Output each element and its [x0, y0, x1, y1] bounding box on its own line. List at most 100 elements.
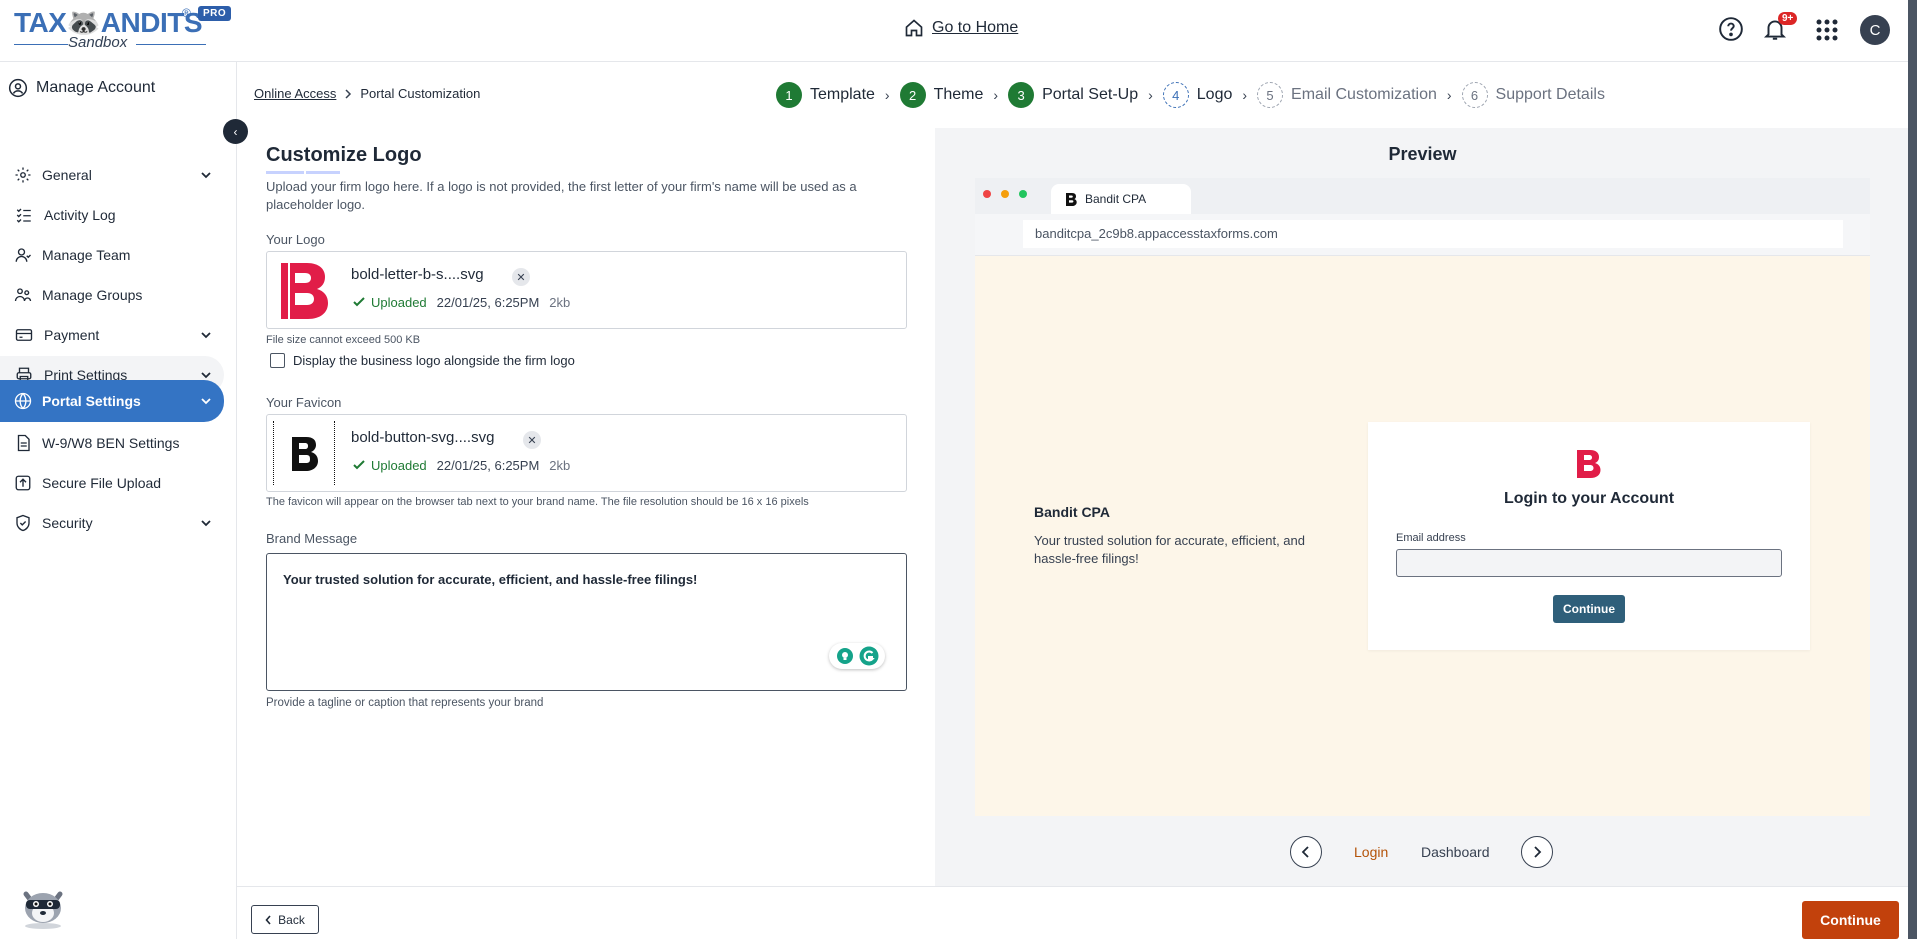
footer-bar: Back Continue: [237, 886, 1917, 939]
sandbox-label: Sandbox: [68, 34, 128, 51]
go-to-home-link[interactable]: Go to Home: [904, 18, 1018, 38]
file-size: 2kb: [549, 457, 571, 473]
chevron-down-icon: [200, 169, 212, 181]
remove-logo-button[interactable]: ✕: [512, 268, 530, 286]
step-label: Email Customization: [1291, 86, 1437, 103]
preview-continue-button: Continue: [1553, 595, 1625, 623]
sidebar-item-security[interactable]: Security: [0, 504, 224, 542]
step-email-customization[interactable]: 5 Email Customization ›: [1257, 82, 1452, 108]
preview-tab-dashboard[interactable]: Dashboard: [1421, 844, 1490, 860]
display-business-logo-checkbox[interactable]: Display the business logo alongside the …: [270, 353, 575, 368]
back-button[interactable]: Back: [251, 905, 319, 934]
users-icon: [14, 286, 32, 304]
step-support-details[interactable]: 6 Support Details: [1461, 82, 1605, 108]
preview-tab-login[interactable]: Login: [1354, 844, 1388, 860]
collapse-sidebar-button[interactable]: ‹: [223, 119, 248, 144]
step-logo[interactable]: 4 Logo ›: [1162, 82, 1248, 108]
brand-message-textarea[interactable]: Your trusted solution for accurate, effi…: [266, 553, 907, 691]
title-underline: [266, 171, 340, 174]
list-icon: [14, 206, 34, 224]
step-number: 5: [1257, 82, 1284, 108]
chevron-right-icon: ›: [1242, 87, 1248, 103]
sidebar-item-w9-w8-ben-settings[interactable]: W-9/W8 BEN Settings: [0, 424, 224, 462]
logo-rule-right: [136, 44, 206, 45]
manage-account-header: Manage Account: [8, 78, 155, 98]
sidebar-item-general[interactable]: General: [0, 156, 224, 194]
sidebar-item-activity-log[interactable]: Activity Log: [0, 196, 224, 234]
check-icon: [351, 294, 367, 310]
maximize-dot: [1019, 190, 1027, 198]
chevron-right-icon: ›: [1148, 87, 1153, 103]
logo-size-note: File size cannot exceed 500 KB: [266, 334, 421, 346]
preview-title: Preview: [1388, 144, 1457, 164]
step-label: Portal Set-Up: [1042, 86, 1139, 103]
go-to-home-label: Go to Home: [932, 19, 1019, 36]
page-scrollbar[interactable]: [1908, 0, 1917, 939]
intro-text: Upload your firm logo here. If a logo is…: [266, 179, 857, 212]
check-icon: [351, 457, 367, 473]
step-number: 3: [1008, 82, 1035, 108]
favicon-file-name: bold-button-svg....svg: [351, 429, 495, 446]
chevron-down-icon: [200, 329, 212, 341]
chevron-right-icon: ›: [1446, 87, 1452, 103]
login-card-title: Login to your Account: [1503, 490, 1675, 507]
upload-date: 22/01/25, 6:25PM: [436, 294, 540, 310]
checkbox[interactable]: [270, 353, 285, 368]
logo-registered: ®: [182, 6, 191, 20]
sidebar-item-manage-team[interactable]: Manage Team: [0, 236, 224, 274]
minimize-dot: [1001, 190, 1009, 198]
step-label: Theme: [933, 86, 984, 103]
sidebar-item-label: Secure File Upload: [42, 475, 162, 491]
remove-favicon-button[interactable]: ✕: [523, 431, 541, 449]
continue-button[interactable]: Continue: [1802, 901, 1899, 939]
step-portal-set-up[interactable]: 3 Portal Set-Up ›: [1008, 82, 1153, 108]
browser-tab: Bandit CPA: [1051, 184, 1191, 214]
breadcrumb-online-access-link[interactable]: Online Access: [254, 86, 336, 101]
your-logo-label: Your Logo: [266, 232, 325, 247]
raccoon-mascot-icon[interactable]: [18, 880, 68, 930]
sidebar-item-label: General: [42, 167, 92, 183]
help-icon[interactable]: [1718, 16, 1744, 42]
home-icon: [904, 18, 924, 38]
globe-icon: [14, 392, 32, 410]
brand-message-label: Brand Message: [266, 531, 358, 546]
grammarly-widget[interactable]: [829, 643, 885, 669]
step-theme[interactable]: 2 Theme ›: [899, 82, 998, 108]
sidebar-item-label: Payment: [44, 327, 100, 343]
logo-upload-box[interactable]: bold-letter-b-s....svg ✕ Uploaded 22/01/…: [266, 251, 907, 329]
favicon-upload-box[interactable]: bold-button-svg....svg ✕ Uploaded 22/01/…: [266, 414, 907, 492]
breadcrumb: Online Access Portal Customization: [254, 86, 480, 101]
brand-message-note: Provide a tagline or caption that repres…: [266, 697, 544, 709]
step-number: 2: [899, 82, 926, 108]
step-number: 4: [1162, 82, 1189, 108]
preview-brand-tagline: Your trusted solution for accurate, effi…: [1034, 533, 1306, 566]
chevron-left-icon: [265, 914, 272, 925]
step-template[interactable]: 1 Template ›: [776, 82, 890, 108]
login-card: Login to your Account Email address Cont…: [1368, 422, 1810, 650]
upload-status: Uploaded: [351, 457, 427, 473]
preview-prev-button[interactable]: [1290, 836, 1322, 868]
account-circle-icon: [8, 78, 28, 98]
sidebar-item-manage-groups[interactable]: Manage Groups: [0, 276, 224, 314]
sidebar-item-payment[interactable]: Payment: [0, 316, 224, 354]
preview-navigation: Login Dashboard: [935, 836, 1910, 870]
address-bar-row: banditcpa_2c9b8.appaccesstaxforms.com: [975, 214, 1870, 256]
email-input: [1396, 549, 1782, 577]
step-number: 1: [776, 82, 802, 108]
upload-date: 22/01/25, 6:25PM: [436, 457, 540, 473]
step-label: Logo: [1196, 86, 1233, 103]
taxbandits-logo[interactable]: TAX🦝ANDITS ® PRO Sandbox: [14, 6, 234, 51]
sidebar: Manage Account ‹ General Activity Log Ma…: [0, 62, 248, 939]
preview-next-button[interactable]: [1521, 836, 1553, 868]
user-avatar[interactable]: C: [1860, 15, 1890, 45]
upload-status: Uploaded: [351, 294, 427, 310]
gear-icon: [14, 166, 32, 184]
step-number: 6: [1461, 82, 1488, 108]
step-label: Template: [810, 86, 875, 103]
chevron-down-icon: [200, 517, 212, 529]
preview-pane: Preview Bandit CPA banditcpa_2c9b8.appac…: [935, 128, 1910, 886]
pro-badge: PRO: [198, 6, 232, 21]
sidebar-item-secure-file-upload[interactable]: Secure File Upload: [0, 464, 224, 502]
sidebar-item-portal-settings[interactable]: Portal Settings: [0, 380, 224, 422]
apps-grid-icon[interactable]: [1816, 19, 1838, 41]
